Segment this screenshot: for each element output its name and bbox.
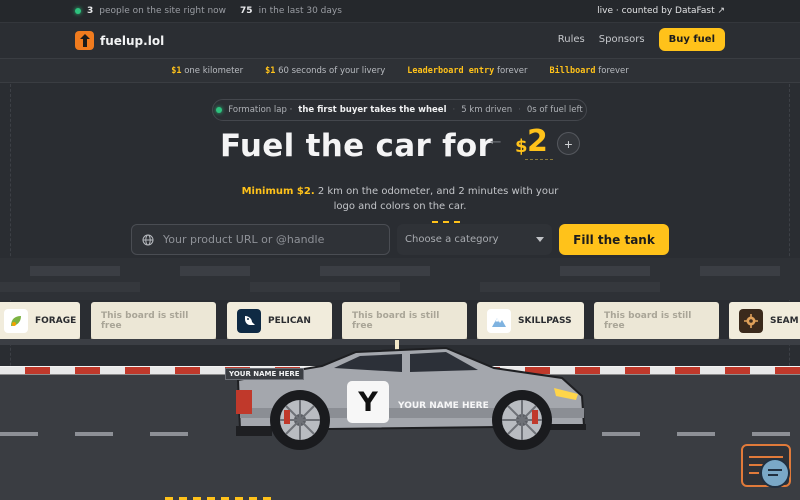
billboard-label: SKILLPASS: [518, 315, 572, 326]
brand-name: fuelup.lol: [100, 33, 165, 48]
product-url-input[interactable]: [163, 233, 363, 246]
billboard-pelican[interactable]: PELICAN: [227, 302, 332, 339]
rear-wheel: [270, 390, 330, 450]
category-select[interactable]: Choose a category: [397, 224, 552, 255]
price-item: Billboard forever: [549, 65, 629, 76]
race-car: [236, 346, 586, 450]
globe-icon: [142, 234, 154, 245]
billboard-label: PELICAN: [268, 315, 311, 326]
datafast-link[interactable]: live · counted by DataFast ↗: [597, 6, 725, 16]
pelican-icon: [237, 308, 261, 333]
chat-widget-icon[interactable]: [760, 458, 790, 488]
lap-text: Formation lap ·: [228, 105, 293, 115]
subtitle-dash: [432, 221, 460, 223]
month-text: in the last 30 days: [258, 6, 342, 16]
decrease-amount-button[interactable]: −: [489, 132, 502, 151]
live-dot-icon: [216, 107, 223, 113]
billboard-free-slot[interactable]: This board is still free: [91, 302, 216, 339]
product-url-field[interactable]: [131, 224, 390, 255]
billboard-label: SEAM: [770, 315, 799, 326]
billboard-free-slot[interactable]: This board is still free: [342, 302, 467, 339]
lane-marking: [150, 432, 188, 436]
hero-subtitle: Minimum $2. 2 km on the odometer, and 2 …: [240, 184, 560, 214]
hero-headline: Fuel the car for: [220, 128, 494, 164]
billboard-row: FORAGE This board is still free PELICAN …: [0, 302, 800, 339]
chevron-down-icon: [536, 237, 544, 242]
nav-link-rules[interactable]: Rules: [558, 34, 585, 45]
free-board-label: This board is still free: [604, 310, 692, 331]
fill-tank-button[interactable]: Fill the tank: [559, 224, 669, 255]
car-logo: Y: [347, 381, 389, 423]
billboard-label: FORAGE: [35, 315, 77, 326]
top-status-bar: 3 people on the site right now 75 in the…: [0, 0, 800, 23]
fuel-arrow-icon: [75, 31, 94, 50]
lane-marking: [75, 432, 113, 436]
race-status-pill: Formation lap · the first buyer takes th…: [212, 99, 587, 121]
free-board-label: This board is still free: [352, 310, 440, 331]
car-door-label: YOUR NAME HERE: [398, 401, 489, 411]
nav-link-sponsors[interactable]: Sponsors: [599, 34, 645, 45]
category-value: Choose a category: [405, 234, 499, 245]
lane-marking: [677, 432, 715, 436]
online-text: people on the site right now: [99, 6, 227, 16]
car-roof-label: YOUR NAME HERE: [225, 368, 304, 380]
price-item: Leaderboard entry forever: [407, 65, 528, 76]
online-count: 3: [87, 6, 94, 16]
billboard-seam[interactable]: SEAM: [729, 302, 800, 339]
month-count: 75: [240, 6, 253, 16]
increase-amount-button[interactable]: +: [557, 132, 580, 155]
currency-symbol: $: [515, 136, 528, 157]
lap-highlight: the first buyer takes the wheel: [298, 105, 447, 115]
grandstand-wall: [0, 258, 800, 300]
price-item: $1 one kilometer: [171, 65, 244, 76]
billboard-forage[interactable]: FORAGE: [0, 302, 80, 339]
price-item: $1 60 seconds of your livery: [265, 65, 386, 76]
billboard-skillpass[interactable]: SKILLPASS: [477, 302, 584, 339]
subtitle-text: 2 km on the odometer, and 2 minutes with…: [317, 186, 559, 212]
main-nav: fuelup.lol Rules Sponsors Buy fuel: [0, 23, 800, 59]
fuel-amount: 2: [527, 124, 548, 159]
mountain-icon: [487, 308, 511, 333]
brand-logo[interactable]: fuelup.lol: [75, 31, 164, 50]
lane-marking: [752, 432, 790, 436]
online-dot-icon: [75, 8, 81, 14]
presence-info: 3 people on the site right now 75 in the…: [75, 6, 342, 16]
billboard-free-slot[interactable]: This board is still free: [594, 302, 719, 339]
minimum-label: Minimum $2.: [241, 186, 315, 197]
fuel-left: 0s of fuel left: [526, 105, 583, 115]
front-wheel: [492, 390, 552, 450]
km-driven: 5 km driven: [461, 105, 513, 115]
nav-links: Rules Sponsors Buy fuel: [558, 28, 725, 51]
amount-underline: [525, 159, 553, 160]
leaf-icon: [4, 308, 28, 333]
lane-marking: [0, 432, 38, 436]
gear-icon: [739, 308, 763, 333]
price-strip: $1 one kilometer $1 60 seconds of your l…: [0, 59, 800, 83]
buy-fuel-button[interactable]: Buy fuel: [658, 28, 725, 51]
free-board-label: This board is still free: [101, 310, 189, 331]
lane-marking: [602, 432, 640, 436]
